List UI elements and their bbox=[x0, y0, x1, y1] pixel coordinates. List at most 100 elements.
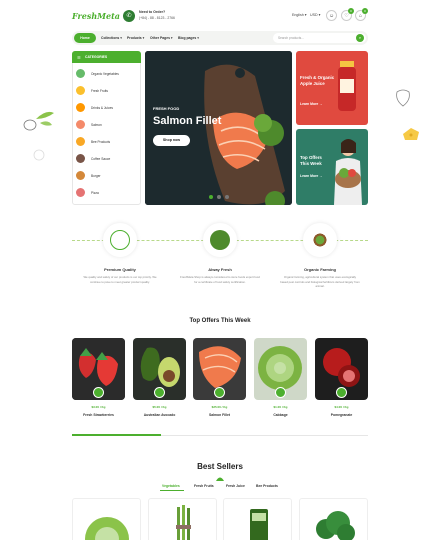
user-icon[interactable]: ☺ bbox=[326, 10, 337, 21]
organic-sprout-icon bbox=[310, 230, 330, 250]
cart-icon[interactable] bbox=[154, 387, 165, 398]
currency-select[interactable]: USD ▾ bbox=[310, 13, 320, 17]
offer-name[interactable]: Fresh Strawberries bbox=[72, 413, 125, 417]
offer-name[interactable]: Salmon Fillet bbox=[193, 413, 246, 417]
promo-top-offers-title: Top Offers This Week bbox=[300, 155, 322, 166]
page: FreshMeta ✆ Need to Order? (+84) - 88 - … bbox=[0, 0, 440, 540]
apple-juice-promo[interactable] bbox=[296, 51, 368, 125]
tab-vegetables[interactable]: Vegetables bbox=[162, 484, 180, 488]
search-placeholder: Search products... bbox=[278, 36, 304, 40]
offer-name[interactable]: Cabbage bbox=[254, 413, 307, 417]
category-label: Fresh Fruits bbox=[91, 89, 109, 93]
fruits-icon bbox=[76, 86, 85, 95]
cart-count-badge: 0 bbox=[362, 8, 368, 14]
nav-label: Blog pages bbox=[178, 36, 197, 40]
coffee-icon bbox=[76, 154, 85, 163]
greens-pack-product-image bbox=[250, 509, 268, 540]
search-icon[interactable]: ⌕ bbox=[356, 34, 364, 42]
category-item-organic-vegetables[interactable]: Organic Vegetables bbox=[72, 65, 141, 82]
offers-scrollbar-thumb[interactable] bbox=[72, 434, 161, 436]
category-item-coffee-sauce[interactable]: Coffee Sauce bbox=[72, 150, 141, 167]
product-card-cabbage[interactable] bbox=[72, 498, 141, 540]
honey-icon bbox=[76, 137, 85, 146]
nav-item-collections[interactable]: Collections ▾ bbox=[101, 36, 122, 40]
offer-price: $1.00 / Kg bbox=[273, 405, 288, 409]
phone-icon: ✆ bbox=[123, 10, 135, 22]
product-card-greens-pack[interactable] bbox=[223, 498, 292, 540]
burger-icon bbox=[76, 171, 85, 180]
category-label: Drinks & Juices bbox=[91, 106, 113, 110]
offer-price: $4.00 / Kg bbox=[334, 405, 349, 409]
slider-dot-3[interactable] bbox=[225, 195, 229, 199]
cart-icon[interactable] bbox=[275, 387, 286, 398]
slider-dot-1[interactable] bbox=[209, 195, 213, 199]
nav-item-products[interactable]: Products ▾ bbox=[127, 36, 144, 40]
wishlist-count-badge: 0 bbox=[348, 8, 354, 14]
cart-icon[interactable] bbox=[336, 387, 347, 398]
order-phone[interactable]: (+84) - 88 - 8123 - 2766 bbox=[139, 16, 175, 20]
order-label: Need to Order? bbox=[139, 10, 166, 14]
feature-desc: Organic farming, agricultural system tha… bbox=[280, 275, 360, 288]
category-label: Organic Vegetables bbox=[91, 72, 119, 76]
broccoli-product-image bbox=[316, 511, 355, 540]
offers-title: Top Offers This Week bbox=[189, 318, 251, 324]
vegetables-icon bbox=[76, 69, 85, 78]
nav-item-other-pages[interactable]: Other Pages ▾ bbox=[150, 36, 173, 40]
flower-decoration bbox=[33, 149, 45, 161]
leaf-icon bbox=[216, 477, 224, 481]
category-item-bee-products[interactable]: Bee Products bbox=[72, 133, 141, 150]
cart-icon[interactable] bbox=[93, 387, 104, 398]
fresh-broccoli-icon bbox=[210, 230, 230, 250]
language-select[interactable]: English ▾ bbox=[292, 13, 307, 17]
promo-apple-juice-title: Fresh & Organic Apple Juice bbox=[300, 75, 335, 86]
slider-dot-2[interactable] bbox=[217, 195, 221, 199]
feature-desc: We quality and safety of our products is… bbox=[83, 275, 157, 284]
feature-title: Organic Farming bbox=[303, 267, 336, 272]
top-offers-promo[interactable] bbox=[296, 129, 368, 205]
cabbage-product-image bbox=[85, 517, 129, 540]
category-label: Burger bbox=[91, 174, 101, 178]
tab-bee-products[interactable]: Bee Products bbox=[256, 484, 278, 488]
active-tab-indicator bbox=[160, 490, 184, 491]
category-label: Bee Products bbox=[91, 140, 111, 144]
hero-title: Salmon Fillet bbox=[153, 115, 222, 127]
cart-icon[interactable] bbox=[214, 387, 225, 398]
salmon-icon bbox=[76, 120, 85, 129]
category-item-fresh-fruits[interactable]: Fresh Fruits bbox=[72, 82, 141, 99]
tab-fresh-juice[interactable]: Fresh Juice bbox=[226, 484, 245, 488]
cheese-decoration bbox=[403, 128, 419, 140]
salmon-board-image bbox=[145, 51, 292, 205]
category-item-salmon[interactable]: Salmon bbox=[72, 116, 141, 133]
tab-fresh-fruits[interactable]: Fresh Fruits bbox=[194, 484, 214, 488]
nav-label: Collections bbox=[101, 36, 120, 40]
categories-title: CATEGORIES bbox=[85, 55, 108, 59]
shop-now-button[interactable]: Shop now bbox=[153, 135, 190, 146]
best-sellers-title: Best Sellers bbox=[197, 462, 243, 471]
hero-subtitle: FRESH FOOD bbox=[153, 106, 180, 111]
feature-title: Alway Fresh bbox=[208, 267, 232, 272]
offer-name[interactable]: Australian Avocado bbox=[133, 413, 186, 417]
quality-badge-icon bbox=[110, 230, 130, 250]
hero-slider[interactable] bbox=[145, 51, 292, 205]
pepper-decoration bbox=[396, 89, 410, 107]
asparagus-product-image bbox=[176, 505, 191, 540]
feature-title: Premium Quality bbox=[104, 267, 136, 272]
category-item-drinks-juices[interactable]: Drinks & Juices bbox=[72, 99, 141, 116]
offer-name[interactable]: Pomegranate bbox=[315, 413, 368, 417]
category-label: Pizza bbox=[91, 191, 99, 195]
category-label: Salmon bbox=[91, 123, 102, 127]
nav-label: Products bbox=[127, 36, 142, 40]
nav-item-home[interactable]: Home bbox=[74, 33, 96, 43]
product-card-asparagus[interactable] bbox=[148, 498, 217, 540]
feature-desc: FreshMeta Shop is always considered to s… bbox=[180, 275, 260, 284]
product-card-broccoli[interactable] bbox=[299, 498, 368, 540]
promo-top-offers-link[interactable]: Learn More → bbox=[300, 174, 323, 178]
category-item-pizza[interactable]: Pizza bbox=[72, 184, 141, 201]
woman-with-groceries-image bbox=[334, 139, 362, 205]
category-item-burger[interactable]: Burger bbox=[72, 167, 141, 184]
offer-price: $25.00 / Kg bbox=[211, 405, 228, 409]
promo-apple-juice-link[interactable]: Learn More → bbox=[300, 102, 323, 106]
site-logo[interactable]: FreshMeta bbox=[72, 11, 120, 21]
nav-item-blog-pages[interactable]: Blog pages ▾ bbox=[178, 36, 199, 40]
nav-label: Other Pages bbox=[150, 36, 170, 40]
